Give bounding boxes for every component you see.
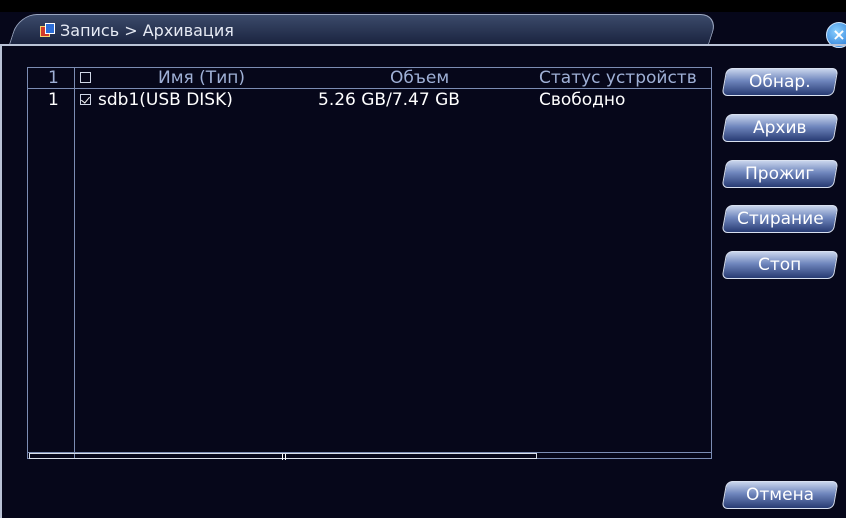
device-table: 1 Имя (Тип) Объем Статус устройств 1 sdb… [27,67,712,460]
frame-left-border [0,44,2,518]
column-divider [74,68,75,458]
title-bar: Запись > Архивация [40,18,234,42]
row-checkbox[interactable] [80,94,91,105]
header-status: Статус устройств [539,68,697,88]
select-all-checkbox[interactable] [80,72,91,83]
scrollbar-grip-icon [282,454,286,460]
row-size: 5.26 GB/7.47 GB [318,90,460,110]
header-name: Имя (Тип) [158,68,245,88]
window-title: Запись > Архивация [60,20,234,40]
archive-window: Запись > Архивация × 1 Имя (Тип) Объем С… [0,12,846,518]
archive-app-icon [40,23,55,37]
header-index: 1 [48,68,59,88]
frame-top-border [0,44,846,46]
burn-button[interactable]: Прожиг [721,160,839,188]
horizontal-scrollbar[interactable] [28,452,711,460]
header-size: Объем [390,68,450,88]
header-divider [28,88,711,89]
cancel-button[interactable]: Отмена [721,481,839,509]
row-index: 1 [48,90,59,110]
scrollbar-thumb[interactable] [29,453,537,460]
detect-button[interactable]: Обнар. [721,68,839,96]
row-status: Свободно [539,90,626,110]
erase-button[interactable]: Стирание [721,205,839,233]
row-name: sdb1(USB DISK) [98,90,233,110]
stop-button[interactable]: Стоп [721,251,839,279]
archive-button[interactable]: Архив [721,114,839,142]
